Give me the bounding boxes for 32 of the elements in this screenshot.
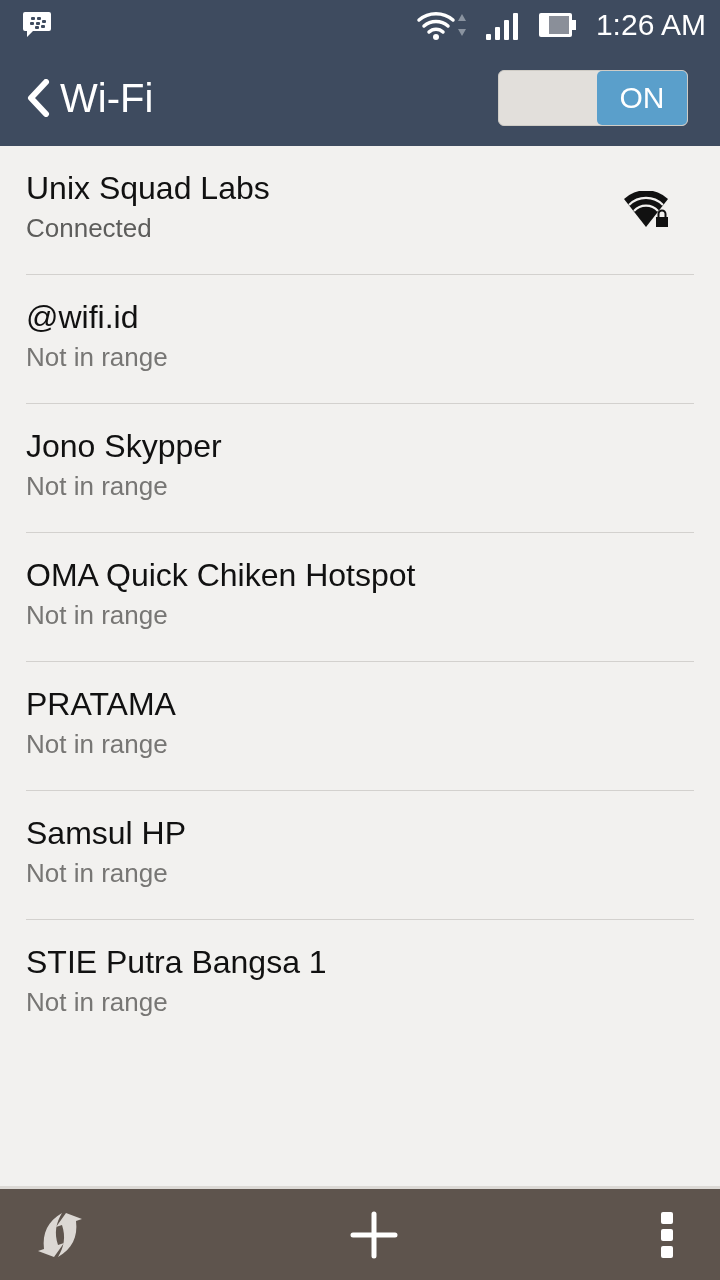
network-name: @wifi.id	[26, 299, 140, 336]
network-status: Not in range	[26, 858, 169, 889]
network-item[interactable]: STIE Putra Bangsa 1 Not in range	[26, 920, 694, 1049]
back-button[interactable]: Wi-Fi	[26, 75, 154, 121]
network-item[interactable]: OMA Quick Chiken Hotspot Not in range	[26, 533, 694, 662]
plus-icon	[350, 1210, 398, 1259]
network-name: Jono Skypper	[26, 428, 222, 465]
more-button[interactable]	[660, 1210, 674, 1259]
network-item[interactable]: @wifi.id Not in range	[26, 275, 694, 404]
more-vertical-icon	[660, 1210, 674, 1259]
network-name: PRATAMA	[26, 686, 176, 723]
chevron-left-icon	[26, 79, 50, 117]
network-name: Unix Squad Labs	[26, 170, 270, 207]
wifi-icon	[415, 9, 468, 41]
network-item[interactable]: Unix Squad Labs Connected	[26, 146, 694, 275]
network-status: Connected	[26, 213, 153, 244]
chat-icon	[22, 11, 52, 39]
network-name: Samsul HP	[26, 815, 187, 852]
network-status: Not in range	[26, 342, 168, 373]
battery-icon	[537, 11, 578, 39]
network-status: Not in range	[26, 987, 169, 1018]
clock: 1:26 AM	[595, 8, 706, 42]
network-name: OMA Quick Chiken Hotspot	[26, 557, 416, 594]
network-item[interactable]: Jono Skypper Not in range	[26, 404, 694, 533]
network-status: Not in range	[26, 600, 169, 631]
network-status: Not in range	[26, 471, 169, 502]
add-network-button[interactable]	[350, 1210, 398, 1259]
signal-icon	[485, 10, 520, 40]
network-item[interactable]: PRATAMA Not in range	[26, 662, 694, 791]
network-status: Not in range	[26, 729, 169, 760]
network-item[interactable]: Samsul HP Not in range	[26, 791, 694, 920]
network-name: STIE Putra Bangsa 1	[26, 944, 327, 981]
